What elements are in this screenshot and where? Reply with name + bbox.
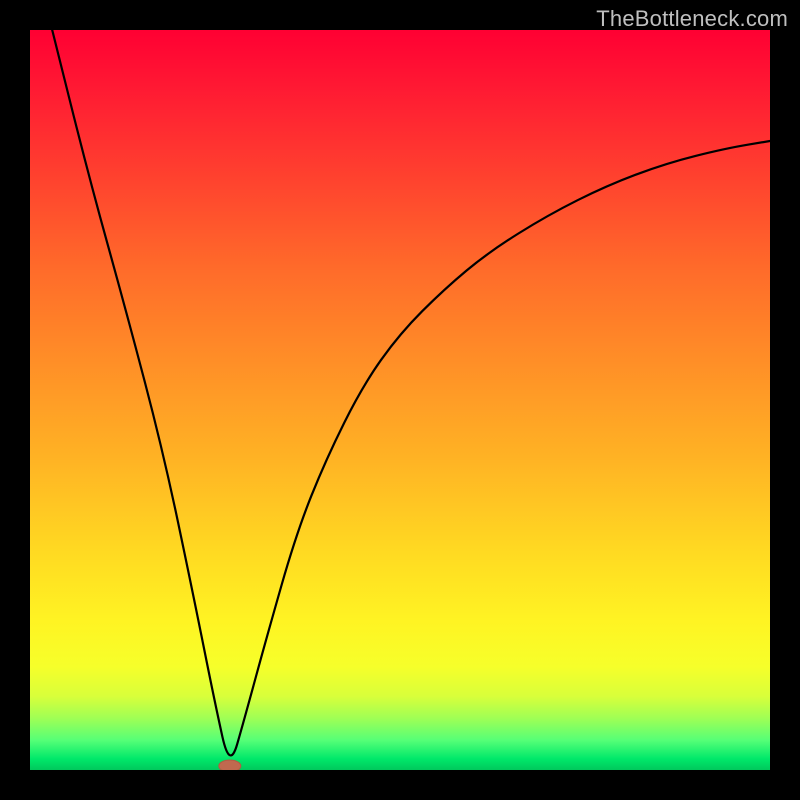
minimum-marker — [219, 760, 241, 770]
bottleneck-curve — [30, 30, 770, 770]
curve-path — [52, 30, 770, 755]
watermark-text: TheBottleneck.com — [596, 6, 788, 32]
plot-area — [30, 30, 770, 770]
figure-frame: TheBottleneck.com — [0, 0, 800, 800]
